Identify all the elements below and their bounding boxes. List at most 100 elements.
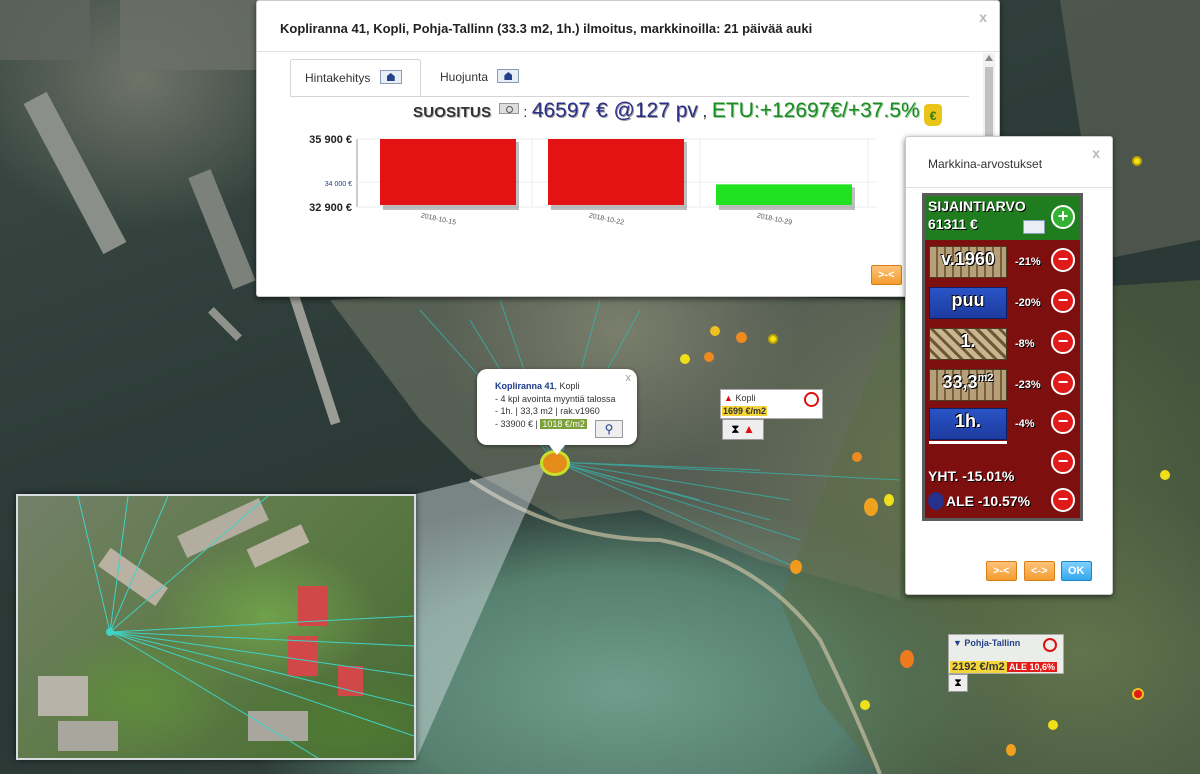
row-percent: -4% — [1015, 418, 1035, 430]
popup-line: - 4 kpl avointa myyntiä talossa — [495, 393, 616, 404]
y-tick-label: 35 900 € — [309, 134, 352, 146]
add-button[interactable]: + — [1051, 205, 1075, 229]
scroll-up-arrow-icon[interactable] — [985, 55, 993, 61]
tab-hintakehitys[interactable]: Hintakehitys — [290, 59, 421, 96]
row-percent: -23% — [1015, 379, 1041, 391]
map-marker[interactable] — [768, 334, 778, 344]
row-percent: -8% — [1015, 338, 1035, 350]
recommendation-line: SUOSITUS : 46597 € @127 pv , ETU:+12697€… — [413, 99, 943, 126]
area-icon: 33,3m2 — [929, 369, 1007, 401]
bar — [380, 139, 516, 205]
inset-features — [38, 496, 414, 758]
popup-price: - 33900 € | — [495, 418, 538, 429]
collapse-button[interactable]: >-< — [986, 561, 1017, 581]
floor-icon: 1. — [929, 328, 1007, 360]
fire-icon[interactable] — [1043, 638, 1057, 652]
row-icon-text: v.1960 — [941, 249, 995, 269]
map-marker[interactable] — [710, 326, 720, 336]
map-marker[interactable] — [1006, 744, 1016, 756]
suositus-value: 46597 € @127 pv — [531, 99, 698, 122]
remove-button[interactable]: − — [1051, 488, 1075, 512]
popup-district: , Kopli — [554, 381, 580, 391]
map-marker[interactable] — [864, 498, 878, 516]
remove-button[interactable]: − — [1051, 450, 1075, 474]
magnifier-icon[interactable] — [498, 103, 519, 114]
house-chart-icon — [379, 70, 402, 84]
remove-button[interactable]: − — [1051, 410, 1075, 434]
map-marker[interactable] — [900, 650, 914, 668]
district-tools[interactable]: ⧗ ▲ — [722, 419, 764, 440]
row-percent: -21% — [1015, 256, 1041, 268]
location-value-header: SIJAINTIARVO 61311 € + — [925, 196, 1080, 240]
dialog-title: Kopliranna 41, Kopli, Pohja-Tallinn (33.… — [280, 21, 813, 36]
row-icon-text: 1. — [960, 331, 976, 351]
map-marker[interactable] — [1048, 720, 1058, 730]
map-marker[interactable] — [1132, 688, 1144, 700]
map-marker[interactable] — [680, 354, 690, 364]
valuation-panel: SIJAINTIARVO 61311 € + v.1960 -21% − puu… — [922, 193, 1083, 521]
map-marker[interactable] — [884, 494, 894, 506]
x-tick-label: 2018-10-22 — [588, 212, 625, 226]
etu-value: ETU:+12697€/+37.5% — [711, 99, 920, 122]
close-button[interactable]: x — [1092, 145, 1100, 161]
dialog-title: Markkina-arvostukset — [928, 157, 1043, 171]
total-adjustment: YHT. -15.01% — [928, 468, 1015, 484]
remove-button[interactable]: − — [1051, 248, 1075, 272]
suositus-comma: , — [702, 101, 708, 121]
building-year-icon: v.1960 — [929, 246, 1007, 278]
bar — [548, 139, 684, 205]
suositus-colon: : — [523, 104, 528, 121]
map-marker[interactable] — [860, 700, 870, 710]
remove-button[interactable]: − — [1051, 330, 1075, 354]
ok-button[interactable]: OK — [1061, 561, 1092, 581]
remove-button[interactable]: − — [1051, 371, 1075, 395]
popup-address[interactable]: Kopliranna 41 — [495, 381, 555, 391]
rooms-icon: 1h. — [929, 408, 1007, 440]
district-label-pohja-tallinn[interactable]: ▼ Pohja-Tallinn 2192 €/m2 ALE 10,6% — [948, 634, 1064, 674]
clock-icon[interactable] — [804, 392, 819, 407]
zoom-icon[interactable]: ⚲ — [595, 420, 623, 438]
listing-popup: x Kopliranna 41, Kopli - 4 kpl avointa m… — [477, 369, 637, 455]
map-marker[interactable] — [852, 452, 862, 462]
listing-dialog: Kopliranna 41, Kopli, Pohja-Tallinn (33.… — [256, 0, 1000, 297]
row-icon-text: puu — [951, 290, 985, 310]
district-label-kopli[interactable]: ▲ Kopli 1699 €/m2 — [720, 389, 823, 419]
location-label: SIJAINTIARVO — [928, 198, 1026, 214]
bar — [716, 184, 852, 205]
house-chart-icon[interactable] — [1023, 220, 1045, 234]
trend-up-icon[interactable]: ▲ — [743, 422, 755, 436]
popup-title: Kopliranna 41, Kopli — [495, 380, 637, 393]
tab-label: Huojunta — [440, 70, 489, 84]
y-tick-label: 34 000 € — [325, 181, 352, 188]
hand-icon — [928, 492, 944, 510]
collapse-button[interactable]: >-< — [871, 265, 902, 285]
money-bag-icon: € — [924, 104, 943, 126]
row-icon-text: 1h. — [954, 411, 981, 431]
district-name: ▼ Pohja-Tallinn — [953, 638, 1021, 648]
map-marker[interactable] — [790, 560, 802, 574]
map-marker[interactable] — [1132, 156, 1142, 166]
close-button[interactable]: x — [626, 372, 632, 385]
tab-underline — [290, 96, 969, 97]
price-history-chart: 35 900 € 34 000 € 32 900 € 2018-10-15 2018-1… — [309, 134, 877, 227]
expand-button[interactable]: <-> — [1024, 561, 1055, 581]
total-divider — [929, 441, 1007, 444]
y-tick-label: 32 900 € — [309, 202, 352, 214]
row-icon-text: 33,3m2 — [942, 372, 994, 392]
tab-label: Hintakehitys — [305, 71, 371, 85]
trend-up-icon: ▲ — [724, 393, 733, 403]
row-percent: -20% — [1015, 297, 1041, 309]
map-marker[interactable] — [736, 332, 747, 343]
location-value: 61311 € — [928, 216, 978, 232]
map-marker[interactable] — [1160, 470, 1170, 480]
aerial-inset — [16, 494, 416, 760]
suositus-label: SUOSITUS — [413, 104, 492, 121]
popup-line: - 1h. | 33,3 m2 | rak.v1960 — [495, 406, 600, 416]
district-name: ▲ Kopli — [724, 393, 756, 403]
map-marker[interactable] — [704, 352, 714, 362]
remove-button[interactable]: − — [1051, 289, 1075, 313]
close-button[interactable]: x — [979, 9, 987, 25]
tab-huojunta[interactable]: Huojunta — [426, 59, 536, 96]
hourglass-icon[interactable]: ⧗ — [948, 674, 968, 692]
hourglass-icon[interactable]: ⧗ — [731, 422, 739, 436]
